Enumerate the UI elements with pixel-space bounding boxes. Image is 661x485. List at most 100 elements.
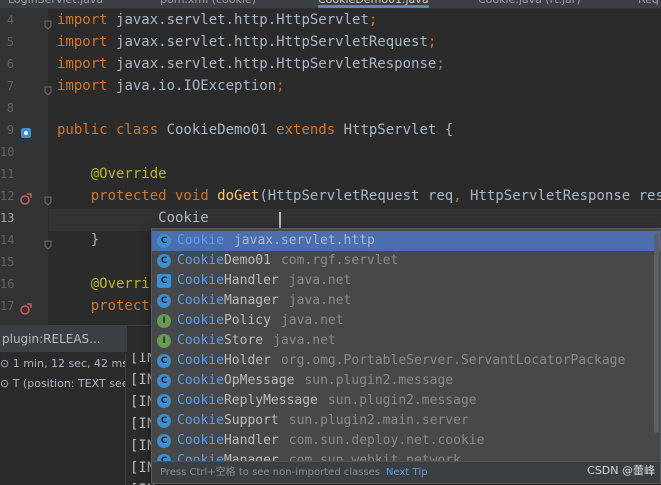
name-suffix: ReplyMessage bbox=[223, 393, 318, 408]
interface-icon: I bbox=[157, 314, 171, 328]
name-suffix: Policy bbox=[223, 313, 271, 328]
code-token: import bbox=[57, 78, 117, 94]
name-suffix: Holder bbox=[223, 353, 271, 368]
editor-tab[interactable]: pom.xml (cookie) bbox=[160, 0, 256, 7]
code-token: import bbox=[57, 56, 117, 72]
override-method-icon[interactable] bbox=[20, 300, 32, 315]
line-number: 12 bbox=[0, 189, 15, 203]
match-text: Cookie bbox=[177, 353, 224, 368]
code-completion-popup[interactable]: C Cookie javax.servlet.http C CookieDemo01 co… bbox=[151, 228, 661, 484]
package-name: sun.plugin2.message bbox=[327, 393, 477, 408]
line-number: 6 bbox=[6, 57, 14, 71]
code-line: import javax.servlet.http.HttpServlet; bbox=[57, 9, 377, 31]
code-line: protecte bbox=[57, 295, 158, 317]
line-number: 17 bbox=[0, 299, 15, 313]
editor-tab[interactable]: LoginServlet.java bbox=[8, 0, 103, 7]
completion-text: CookieSupport sun.plugin2.main.server bbox=[177, 411, 469, 431]
completion-item[interactable]: C CookieSupport sun.plugin2.main.server bbox=[152, 411, 660, 431]
code-line: public class CookieDemo01 extends HttpSe… bbox=[57, 119, 453, 141]
code-token: ; bbox=[427, 34, 437, 50]
match-text: Cookie bbox=[177, 253, 224, 268]
completion-text: CookieDemo01 com.rgf.servlet bbox=[177, 251, 398, 271]
code-token: extends bbox=[276, 122, 344, 138]
match-text: Cookie bbox=[177, 313, 224, 328]
completion-text: CookieStore java.net bbox=[177, 331, 336, 351]
name-suffix: Support bbox=[223, 413, 279, 428]
code-token: @Overri bbox=[57, 276, 150, 292]
completion-item[interactable]: C CookieHandler java.net bbox=[152, 271, 660, 291]
package-name: sun.plugin2.main.server bbox=[288, 413, 469, 428]
completion-item[interactable]: C CookieManager java.net bbox=[152, 291, 660, 311]
line-number: 4 bbox=[6, 13, 14, 27]
completion-text: CookieOpMessage sun.plugin2.message bbox=[177, 371, 453, 391]
match-text: Cookie bbox=[177, 453, 224, 461]
completion-item[interactable]: C CookieDemo01 com.rgf.servlet bbox=[152, 251, 660, 271]
code-line: import javax.servlet.http.HttpServletRes… bbox=[57, 53, 445, 75]
code-token: HttpServlet { bbox=[343, 122, 454, 138]
name-suffix: OpMessage bbox=[223, 373, 295, 388]
line-number: 7 bbox=[6, 79, 14, 93]
code-line: @Overri bbox=[57, 273, 150, 295]
run-tree-label: T (position: TEXT see bbox=[12, 377, 126, 390]
completion-item[interactable]: C CookieHandler com.sun.deploy.net.cookie bbox=[152, 431, 660, 451]
completion-item[interactable]: I CookiePolicy java.net bbox=[152, 311, 660, 331]
name-suffix: Demo01 bbox=[223, 253, 271, 268]
code-token: protected void bbox=[57, 188, 218, 204]
package-name: java.net bbox=[273, 333, 336, 348]
abstract-class-icon: C bbox=[157, 274, 171, 288]
editor-tab[interactable]: Req bbox=[638, 0, 659, 7]
code-token: } bbox=[57, 232, 100, 248]
code-token: javax.servlet.http.HttpServletRequest bbox=[116, 34, 428, 50]
line-number: 10 bbox=[0, 145, 15, 159]
line-number: 15 bbox=[0, 255, 15, 269]
run-tree-item[interactable]: ⊙ 1 min, 12 sec, 42 ms bbox=[0, 354, 125, 374]
code-token: javax.servlet.http.HttpServlet bbox=[116, 12, 369, 28]
completion-item[interactable]: C CookieManager com.sun.webkit.network bbox=[152, 451, 660, 461]
completion-item[interactable]: C CookieHolder org.omg.PortableServer.Serv… bbox=[152, 351, 660, 371]
editor-tab[interactable]: CookieDemo01.java bbox=[318, 0, 429, 8]
line-number: 9 bbox=[6, 123, 14, 137]
class-icon: C bbox=[157, 414, 171, 428]
line-number: 5 bbox=[6, 35, 14, 49]
completion-item[interactable]: C Cookie javax.servlet.http bbox=[152, 231, 660, 251]
completion-list[interactable]: C Cookie javax.servlet.http C CookieDemo01 co… bbox=[152, 229, 660, 461]
match-text: Cookie bbox=[177, 393, 224, 408]
line-number: 11 bbox=[0, 167, 15, 181]
next-tip-link[interactable]: Next Tip bbox=[386, 467, 427, 478]
line-number: 13 bbox=[0, 211, 15, 225]
run-tab-title[interactable]: plugin:RELEAS... bbox=[0, 326, 128, 352]
match-text: Cookie bbox=[177, 233, 224, 248]
class-icon: C bbox=[157, 374, 171, 388]
completion-item[interactable]: C CookieReplyMessage sun.plugin2.message bbox=[152, 391, 660, 411]
run-tree-item[interactable]: ⊙ T (position: TEXT see bbox=[0, 374, 126, 394]
line-number: 8 bbox=[6, 101, 14, 115]
csdn-watermark: CSDN @蕾峰 bbox=[587, 464, 655, 477]
package-name: java.net bbox=[280, 313, 344, 328]
match-text: Cookie bbox=[177, 273, 224, 288]
class-hierarchy-icon[interactable] bbox=[20, 124, 32, 138]
code-line: protected void doGet(HttpServletRequest … bbox=[57, 185, 661, 207]
name-suffix: Handler bbox=[223, 433, 279, 448]
run-tree[interactable]: ⊙ 1 min, 12 sec, 42 ms ⊙ T (position: TEX… bbox=[0, 353, 126, 485]
popup-scrollbar[interactable] bbox=[654, 233, 659, 433]
code-line: Cookie bbox=[57, 207, 209, 229]
class-icon: C bbox=[157, 294, 171, 308]
override-method-icon[interactable] bbox=[20, 190, 32, 205]
match-text: Cookie bbox=[177, 433, 224, 448]
status-icon: ⊙ bbox=[0, 377, 13, 390]
interface-icon: I bbox=[157, 334, 171, 348]
code-line: import javax.servlet.http.HttpServletReq… bbox=[57, 31, 436, 53]
match-text: Cookie bbox=[177, 333, 224, 348]
completion-item[interactable]: I CookieStore java.net bbox=[152, 331, 660, 351]
code-line: import java.io.IOException; bbox=[57, 75, 285, 97]
completion-item[interactable]: C CookieOpMessage sun.plugin2.message bbox=[152, 371, 660, 391]
package-name: sun.plugin2.message bbox=[304, 373, 454, 388]
completion-text: CookieHandler com.sun.deploy.net.cookie bbox=[177, 431, 484, 451]
run-tab-label: plugin:RELEAS... bbox=[2, 332, 101, 346]
name-suffix: Handler bbox=[223, 273, 279, 288]
line-number: 16 bbox=[0, 277, 15, 291]
completion-text: CookieReplyMessage sun.plugin2.message bbox=[177, 391, 477, 411]
code-token: HttpServletResponse resp) bbox=[470, 188, 661, 204]
class-icon: C bbox=[157, 254, 171, 268]
editor-tab[interactable]: Cookie.java (rt.jar) bbox=[478, 0, 581, 7]
